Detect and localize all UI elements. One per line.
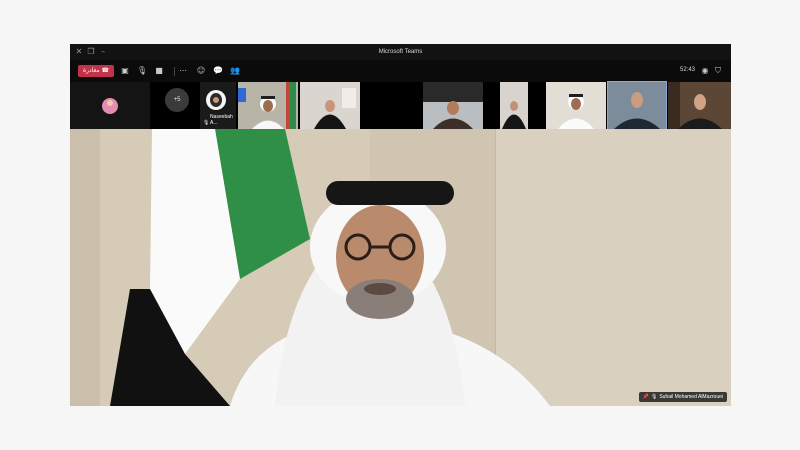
speaker-name-tag: 📌 🎙 Suhail Mohamed AlMazrouei (638, 392, 727, 402)
video-feed (238, 82, 298, 129)
title-bar: Microsoft Teams ✕ ❐ – (70, 44, 731, 60)
reactions-icon[interactable]: ☺ (196, 66, 206, 76)
participant-tile[interactable] (238, 82, 298, 129)
participant-name: Naseebah A... (210, 114, 233, 126)
window-title: Microsoft Teams (378, 49, 423, 55)
video-feed (546, 82, 606, 129)
phone-hangup-icon: ☎ (101, 67, 110, 74)
participant-tile[interactable]: 🎙 Naseebah A... (200, 82, 236, 129)
mic-off-icon: 🎙 (203, 120, 210, 126)
shield-icon: ⛉ (715, 66, 721, 75)
video-feed (608, 82, 666, 129)
leave-button[interactable]: مغادرة ☎ (78, 65, 114, 77)
avatar (102, 98, 118, 114)
video-feed (668, 82, 731, 129)
participant-strip: +5 🎙 Naseebah A... (70, 81, 731, 130)
teams-window: Microsoft Teams ✕ ❐ – مغادرة ☎ ▣ 🎙 ■ ⋯ ☺… (70, 44, 731, 406)
participant-tile[interactable] (500, 82, 528, 129)
video-feed (300, 82, 360, 129)
participant-tile[interactable] (668, 82, 731, 129)
participant-tile[interactable] (423, 82, 483, 129)
video-feed (423, 82, 483, 129)
leave-label: مغادرة (82, 67, 100, 74)
participant-tile[interactable] (300, 82, 360, 129)
participants-icon[interactable]: 👥 (230, 66, 240, 76)
close-icon[interactable]: ✕ (74, 47, 84, 57)
video-feed (500, 82, 528, 129)
main-video: 📌 🎙 Suhail Mohamed AlMazrouei (70, 129, 731, 406)
speaker-video-feed (70, 129, 731, 406)
microphone-icon[interactable]: 🎙 (137, 66, 147, 76)
participant-tile[interactable] (546, 82, 606, 129)
mic-icon: 🎙 (650, 394, 658, 400)
share-screen-icon[interactable]: ▣ (120, 66, 130, 76)
chat-icon[interactable]: 💬 (213, 66, 223, 76)
meeting-toolbar: مغادرة ☎ ▣ 🎙 ■ ⋯ ☺ 💬 👥 52:43 ◉ ⛉ (70, 60, 731, 82)
more-participants-button[interactable]: +5 (165, 88, 189, 112)
call-timer: 52:43 (680, 67, 696, 73)
speaker-name: Suhail Mohamed AlMazrouei (659, 394, 723, 400)
restore-icon[interactable]: ❐ (86, 47, 96, 57)
record-indicator-icon: ◉ (701, 66, 709, 75)
more-options-icon[interactable]: ⋯ (178, 66, 188, 76)
toolbar-divider (174, 67, 175, 76)
pin-icon: 📌 (642, 394, 649, 400)
screenshot-frame: Microsoft Teams ✕ ❐ – مغادرة ☎ ▣ 🎙 ■ ⋯ ☺… (0, 0, 800, 450)
minimize-icon[interactable]: – (98, 47, 108, 57)
participant-tile[interactable] (607, 81, 667, 130)
camera-icon[interactable]: ■ (154, 66, 164, 76)
participant-tile[interactable] (70, 82, 150, 129)
